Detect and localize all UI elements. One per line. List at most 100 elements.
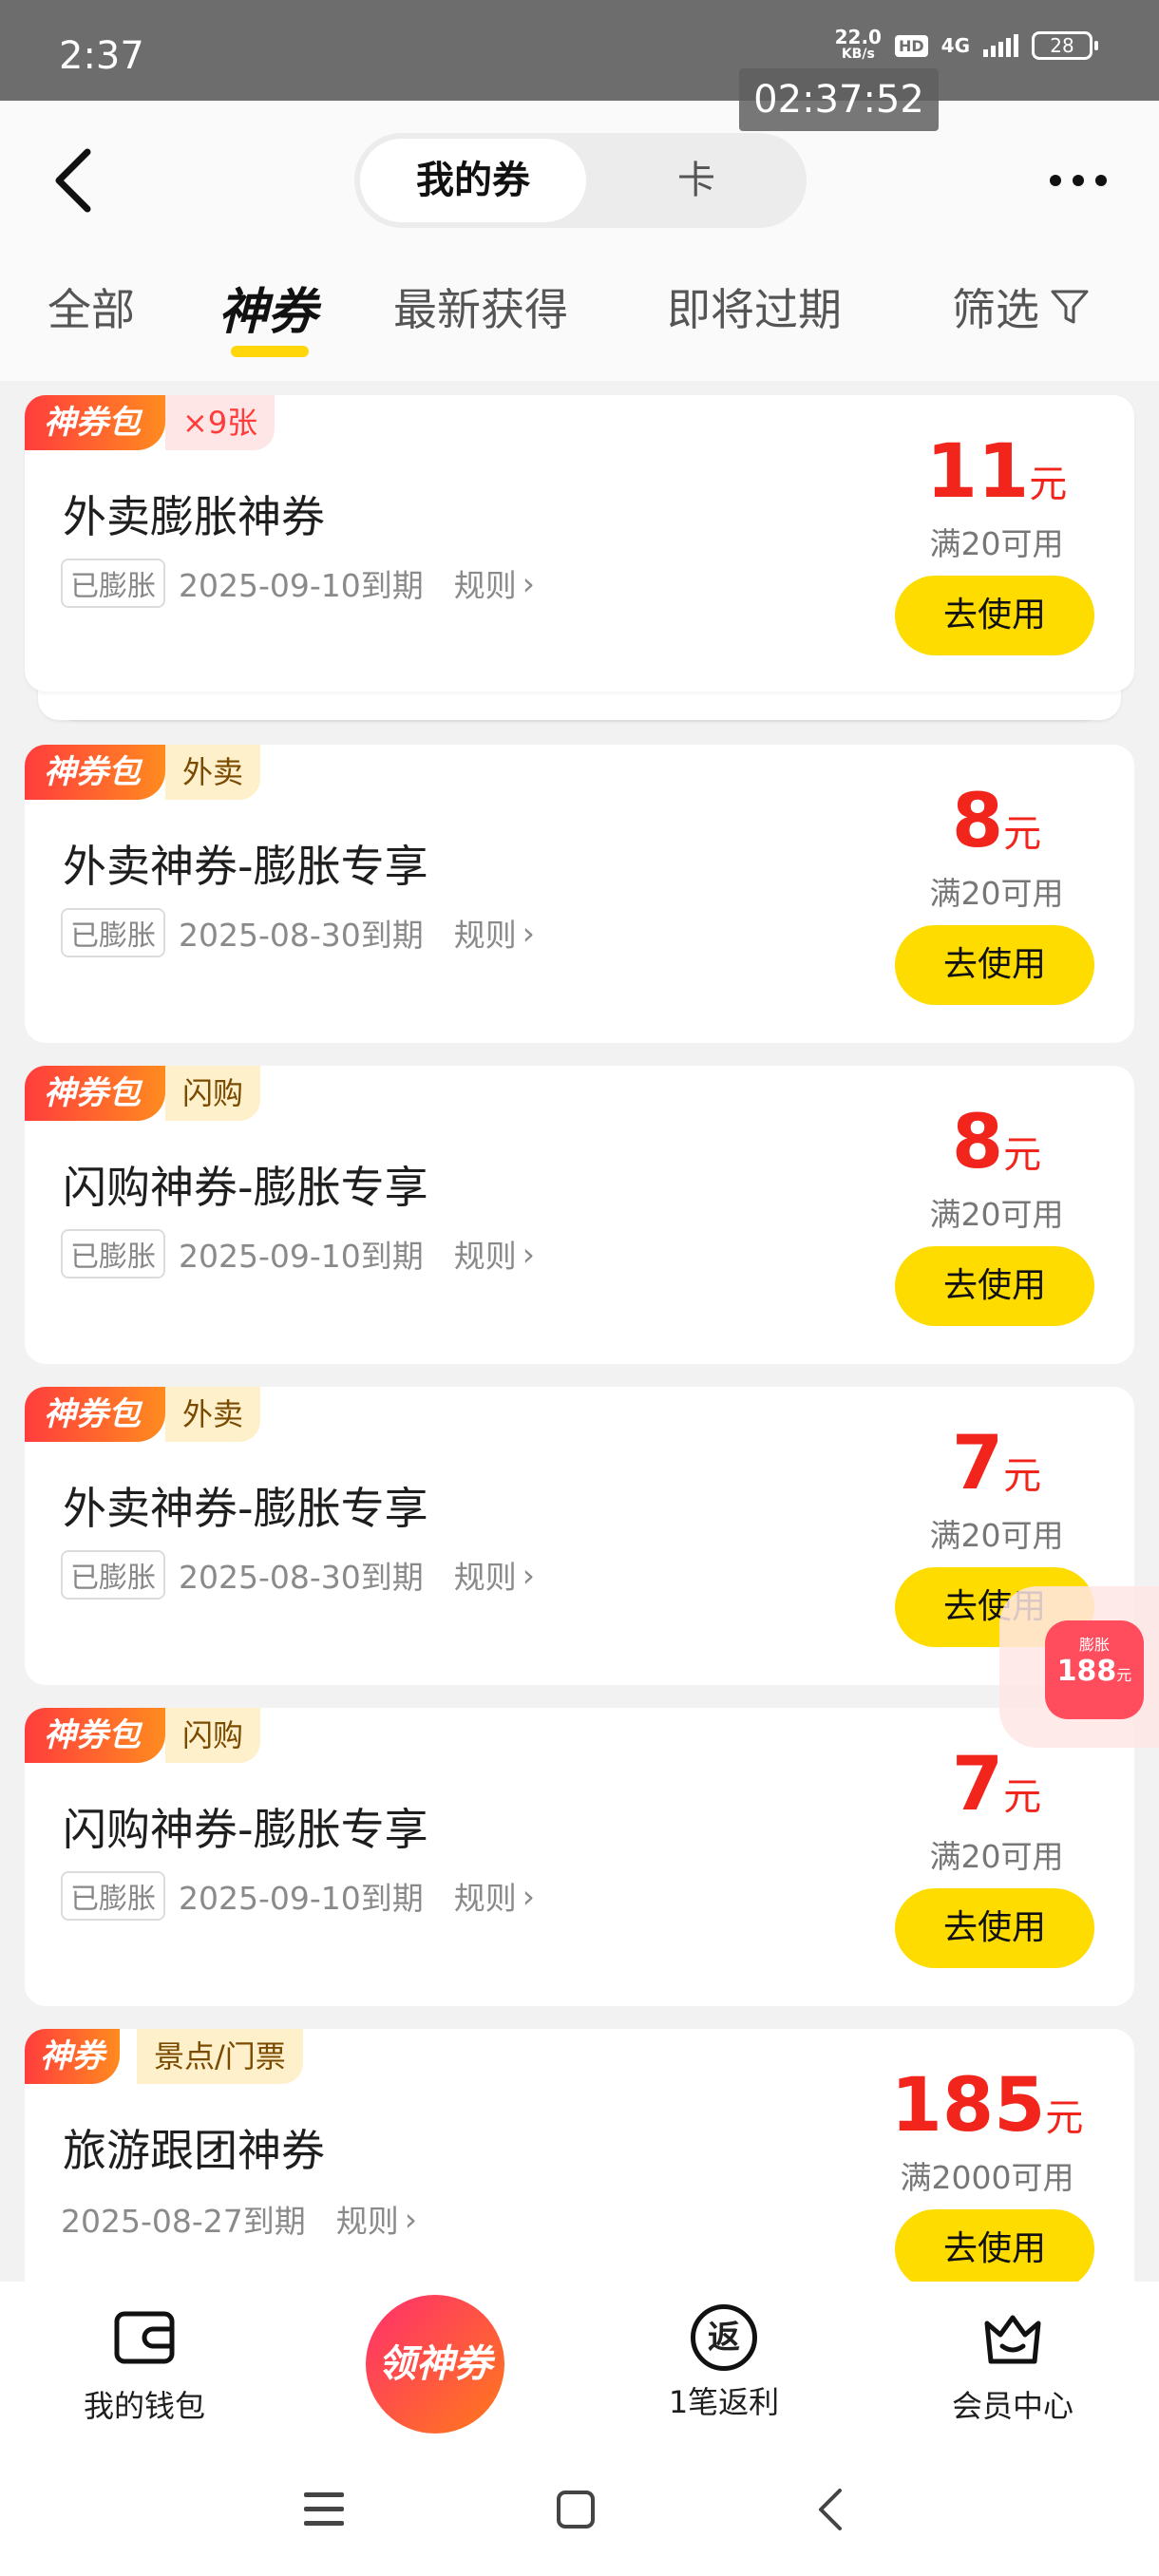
coupon-expiry: 2025-09-10到期	[179, 1880, 424, 1917]
status-bar: 2:37 22.0 KB/s HD 4G 28	[0, 0, 1159, 101]
coupon-badge: 神券包	[25, 1066, 165, 1121]
segment-my-coupons[interactable]: 我的券	[360, 139, 586, 222]
net-speed: 22.0 KB/s	[834, 26, 882, 62]
chevron-right-icon: ›	[404, 2200, 417, 2238]
more-button[interactable]	[1050, 171, 1107, 190]
coupon-badge: 神券包	[25, 395, 165, 450]
chevron-right-icon: ›	[522, 1235, 535, 1273]
rule-link[interactable]: 规则 ›	[454, 1231, 535, 1277]
rule-link[interactable]: 规则 ›	[454, 1552, 535, 1598]
coupon-amount: 11元	[925, 429, 1068, 515]
tab-expiring[interactable]: 即将过期	[667, 275, 842, 338]
filter-button[interactable]: 筛选	[952, 275, 1091, 338]
nav-rebate-label: 1笔返利	[668, 2384, 780, 2420]
coupon-card[interactable]: 神券 景点/门票 旅游跟团神券 2025-08-27到期 规则 › 185元 满2…	[25, 2029, 1134, 2314]
rebate-icon: 返	[691, 2304, 757, 2371]
crown-basket-icon	[984, 2315, 1041, 2364]
segment-control: 我的券 卡	[354, 133, 807, 228]
coupon-category-tag: 闪购	[165, 1066, 261, 1121]
coupon-expiry: 2025-08-30到期	[179, 917, 424, 954]
coupon-meta: 已膨胀 2025-08-30到期 规则 ›	[61, 908, 535, 957]
battery-icon: 28	[1032, 31, 1098, 60]
rule-link[interactable]: 规则 ›	[454, 560, 535, 606]
coupon-card[interactable]: 神券包 外卖 外卖神券-膨胀专享 已膨胀 2025-08-30到期 规则 › 8元…	[25, 745, 1134, 1043]
active-tab-indicator	[231, 346, 309, 357]
home-icon[interactable]	[555, 2489, 597, 2530]
coupon-condition: 满20可用	[929, 1517, 1064, 1554]
coupon-count-tag: ×9张	[165, 395, 276, 450]
use-button[interactable]: 去使用	[895, 925, 1094, 1005]
status-icons: 22.0 KB/s HD 4G 28	[834, 26, 1098, 63]
floating-promo[interactable]: 膨胀 188元	[999, 1586, 1159, 1748]
use-button[interactable]: 去使用	[895, 1246, 1094, 1326]
nav-wallet-label: 我的钱包	[83, 2388, 205, 2424]
coupon-expiry: 2025-08-27到期	[61, 2203, 306, 2240]
coupon-meta: 已膨胀 2025-08-30到期 规则 ›	[61, 1550, 535, 1600]
coupon-card[interactable]: 神券包 外卖 外卖神券-膨胀专享 已膨胀 2025-08-30到期 规则 › 7元…	[25, 1387, 1134, 1685]
dot	[1095, 175, 1107, 186]
coupon-category-tag: 外卖	[165, 1387, 261, 1442]
coupon-category-tag: 外卖	[165, 745, 261, 800]
back-button[interactable]	[48, 142, 104, 218]
status-time: 2:37	[59, 34, 144, 78]
coupon-card[interactable]: 神券包 ×9张 外卖膨胀神券 已膨胀 2025-09-10到期 规则 › 11元 …	[25, 395, 1134, 691]
use-button[interactable]: 去使用	[895, 1888, 1094, 1968]
use-button[interactable]: 去使用	[895, 2209, 1094, 2289]
chevron-right-icon: ›	[522, 564, 535, 602]
nav-get-coupons[interactable]: 领神券	[366, 2295, 504, 2434]
coupon-badge: 神券包	[25, 745, 165, 800]
dot	[1050, 175, 1061, 186]
coupon-badge: 神券包	[25, 1708, 165, 1763]
tab-all[interactable]: 全部	[48, 275, 135, 338]
menu-icon[interactable]	[302, 2491, 346, 2529]
chevron-right-icon: ›	[522, 914, 535, 952]
coupon-title: 闪购神券-膨胀专享	[63, 1804, 428, 1855]
rule-link[interactable]: 规则 ›	[336, 2196, 417, 2242]
coupon-amount: 7元	[951, 1421, 1042, 1506]
filter-tabs: 全部 神券 最新获得 即将过期 筛选	[0, 266, 1159, 361]
coupon-expiry: 2025-09-10到期	[179, 567, 424, 604]
nav-member-center[interactable]: 会员中心	[918, 2304, 1108, 2426]
inflated-tag: 已膨胀	[61, 1550, 165, 1600]
nav-rebate[interactable]: 返 1笔返利	[629, 2304, 819, 2422]
coupon-title: 旅游跟团神券	[63, 2125, 325, 2176]
rule-link[interactable]: 规则 ›	[454, 910, 535, 956]
coupon-title: 外卖神券-膨胀专享	[63, 841, 428, 892]
network-type: 4G	[940, 34, 970, 57]
coupon-meta: 已膨胀 2025-09-10到期 规则 ›	[61, 1871, 535, 1921]
tab-latest[interactable]: 最新获得	[393, 275, 568, 338]
rule-link[interactable]: 规则 ›	[454, 1873, 535, 1919]
coupon-meta: 已膨胀 2025-09-10到期 规则 ›	[61, 1229, 535, 1279]
filter-icon	[1051, 290, 1089, 324]
system-nav-bar	[0, 2443, 1159, 2576]
inflated-tag: 已膨胀	[61, 908, 165, 957]
coupon-category-tag: 景点/门票	[137, 2029, 303, 2084]
nav-member-label: 会员中心	[951, 2388, 1074, 2424]
signal-icon	[983, 34, 1018, 57]
chevron-right-icon: ›	[522, 1556, 535, 1594]
coupon-expiry: 2025-08-30到期	[179, 1559, 424, 1596]
dot	[1073, 175, 1084, 186]
segment-cards[interactable]: 卡	[592, 139, 801, 222]
use-button[interactable]: 去使用	[895, 576, 1094, 655]
bottom-nav: 我的钱包 领神券 返 1笔返利 会员中心	[0, 2282, 1159, 2443]
coupon-condition: 满20可用	[929, 875, 1064, 912]
chevron-right-icon: ›	[522, 1877, 535, 1915]
coupon-condition: 满2000可用	[900, 2159, 1074, 2196]
coupon-title: 外卖神券-膨胀专享	[63, 1483, 428, 1534]
coupon-amount: 7元	[951, 1742, 1042, 1828]
nav-wallet[interactable]: 我的钱包	[49, 2304, 239, 2426]
coupon-meta: 2025-08-27到期 规则 ›	[61, 2196, 417, 2242]
inflated-tag: 已膨胀	[61, 1229, 165, 1279]
coupon-category-tag: 闪购	[165, 1708, 261, 1763]
hd-icon: HD	[894, 34, 928, 57]
coupon-card[interactable]: 神券包 闪购 闪购神券-膨胀专享 已膨胀 2025-09-10到期 规则 › 8元…	[25, 1066, 1134, 1364]
coupon-meta: 已膨胀 2025-09-10到期 规则 ›	[61, 559, 535, 608]
coupon-card[interactable]: 神券包 闪购 闪购神券-膨胀专享 已膨胀 2025-09-10到期 规则 › 7元…	[25, 1708, 1134, 2006]
inflated-tag: 已膨胀	[61, 1871, 165, 1921]
coupon-amount: 8元	[951, 779, 1042, 864]
wallet-icon	[114, 2311, 175, 2364]
coupon-amount: 185元	[890, 2063, 1084, 2149]
back-nav-icon[interactable]	[813, 2487, 846, 2532]
tab-shenquan[interactable]: 神券	[218, 272, 317, 343]
